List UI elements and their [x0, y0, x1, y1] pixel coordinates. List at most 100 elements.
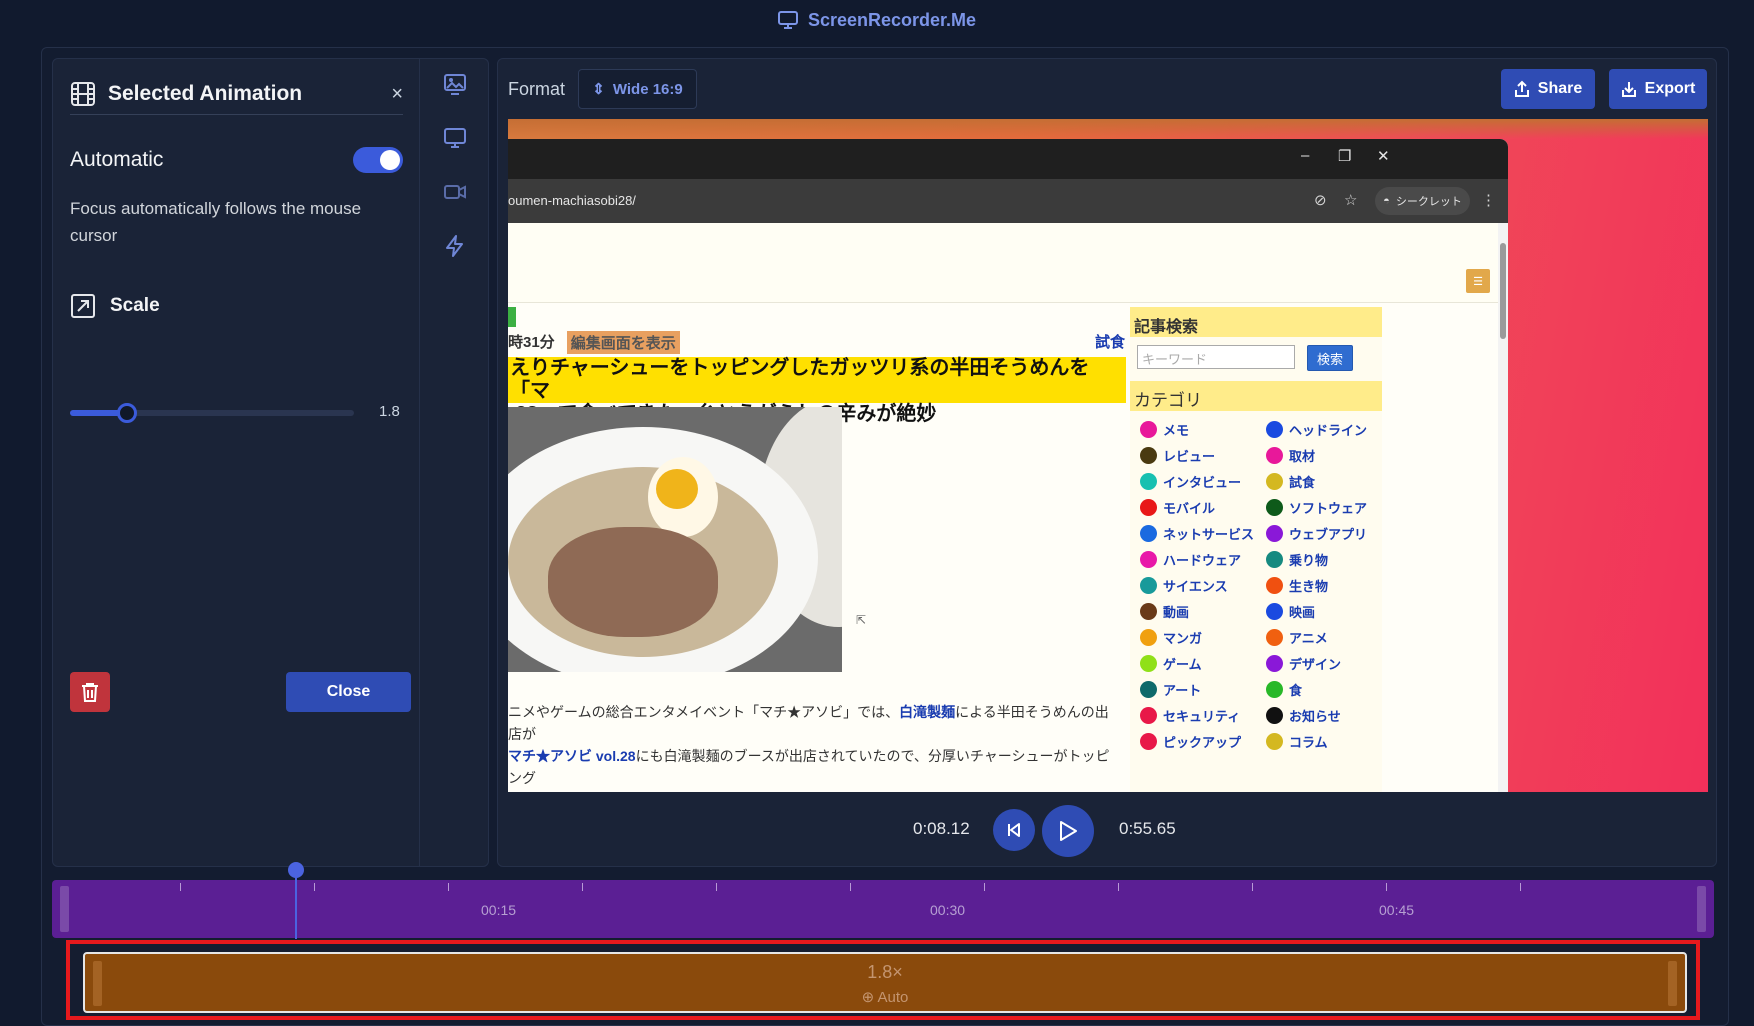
panel-title: Selected Animation — [108, 81, 303, 105]
format-value: Wide 16:9 — [612, 80, 683, 98]
play-button[interactable] — [1042, 805, 1094, 857]
timeline-tick — [1386, 883, 1387, 891]
format-label: Format — [508, 79, 566, 99]
category-item: ソフトウェア — [1266, 499, 1380, 516]
chevron-up-down-icon: ⇕ — [592, 81, 605, 98]
scale-slider[interactable] — [70, 403, 354, 423]
category-dot — [1140, 447, 1157, 464]
timeline-handle-right[interactable] — [1697, 886, 1706, 932]
category-label: ゲーム — [1163, 657, 1202, 672]
incognito-label: シークレット — [1395, 196, 1462, 208]
timeline-label: 00:15 — [481, 902, 517, 918]
category-heading: カテゴリ — [1130, 381, 1382, 411]
category-label: アニメ — [1289, 631, 1328, 646]
star-icon: ☆ — [1344, 192, 1358, 209]
format-select[interactable]: ⇕ Wide 16:9 — [578, 69, 697, 109]
category-dot — [1266, 733, 1283, 750]
toggle-knob — [380, 150, 400, 170]
category-label: レビュー — [1163, 449, 1216, 464]
automatic-toggle[interactable] — [353, 147, 403, 173]
category-label: モバイル — [1163, 501, 1216, 516]
playhead-handle[interactable] — [288, 862, 304, 878]
incognito-badge: ◓ シークレット — [1375, 187, 1470, 215]
site-menu-icon: ☰ — [1466, 269, 1490, 293]
timeline-tick — [448, 883, 449, 891]
video-preview[interactable]: – ❐ ✕ oumen-machiasobi28/ ⊘ ☆ ◓ シークレット ⋮… — [508, 119, 1708, 792]
automatic-description: Focus automatically follows the mouse cu… — [70, 199, 362, 245]
category-dot — [1140, 629, 1157, 646]
play-icon — [1060, 821, 1077, 841]
restore-icon: ❐ — [1338, 148, 1352, 165]
scale-label: Scale — [110, 295, 160, 316]
scale-icon — [71, 294, 95, 318]
category-dot — [1140, 525, 1157, 542]
category-dot — [1266, 707, 1283, 724]
category-dot — [1266, 525, 1283, 542]
close-button[interactable]: Close — [286, 672, 411, 712]
close-window-icon: ✕ — [1377, 148, 1390, 165]
category-item: デザイン — [1266, 655, 1380, 672]
film-icon — [71, 81, 95, 106]
timeline-track[interactable]: 00:15 00:30 00:45 — [52, 880, 1714, 938]
category-label: 動画 — [1163, 605, 1190, 620]
photo-yolk — [656, 469, 698, 509]
timeline-handle-left[interactable] — [60, 886, 69, 932]
lightning-icon[interactable] — [442, 233, 468, 259]
monitor-icon — [777, 11, 798, 29]
timeline-tick — [850, 883, 851, 891]
headline-line-1: えりチャーシューをトッピングしたガッツリ系の半田そうめんを「マ — [510, 357, 1090, 402]
export-button[interactable]: Export — [1609, 69, 1707, 109]
category-item: アニメ — [1266, 629, 1380, 646]
category-label: セキュリティ — [1163, 709, 1241, 724]
category-link: 試食 — [1095, 334, 1126, 351]
category-item: サイエンス — [1140, 577, 1266, 594]
timeline-tick — [582, 883, 583, 891]
animation-clip[interactable]: 1.8× ⊕ Auto — [83, 952, 1687, 1013]
category-label: 生き物 — [1289, 579, 1329, 594]
timeline-tick — [314, 883, 315, 891]
video-camera-icon[interactable] — [442, 179, 468, 205]
article-meta: 時31分 編集画面を表示 — [508, 331, 680, 354]
photo-chashu — [548, 527, 718, 637]
category-list: メモ ヘッドライン レビュー 取材 インタビュー 試食 モバイル ソフトウェア ネットサービス ウ… — [1140, 421, 1380, 750]
timeline-tick — [1118, 883, 1119, 891]
category-item: メモ — [1140, 421, 1266, 438]
body-link-1: 白滝製麺 — [899, 704, 956, 720]
category-dot — [1140, 551, 1157, 568]
category-label: お知らせ — [1289, 709, 1341, 724]
close-icon[interactable]: × — [391, 83, 403, 106]
category-item: ネットサービス — [1140, 525, 1266, 542]
slider-thumb[interactable] — [116, 403, 137, 423]
category-dot — [1140, 473, 1157, 490]
playback-controls: 0:08.12 0:55.65 — [498, 799, 1718, 859]
browser-window: – ❐ ✕ oumen-machiasobi28/ ⊘ ☆ ◓ シークレット ⋮… — [508, 139, 1508, 792]
animation-panel: Selected Animation × Automatic Focus aut… — [52, 58, 420, 867]
category-item: マンガ — [1140, 629, 1266, 646]
trash-icon — [82, 683, 98, 702]
category-label: ハードウェア — [1163, 553, 1242, 568]
monitor-icon[interactable] — [442, 125, 468, 151]
current-time: 0:08.12 — [913, 819, 970, 838]
timeline-label: 00:30 — [930, 902, 966, 918]
skip-back-button[interactable] — [993, 809, 1035, 851]
category-dot — [1140, 577, 1157, 594]
share-icon — [1514, 80, 1529, 97]
category-item: 映画 — [1266, 603, 1380, 620]
article-body: ニメやゲームの総合エンタメイベント「マチ★アソビ」では、白滝製麺による半田そうめ… — [508, 701, 1118, 789]
category-label: インタビュー — [1163, 475, 1242, 490]
tool-rail — [420, 58, 489, 867]
playhead-line[interactable] — [295, 869, 297, 939]
category-dot — [1266, 629, 1283, 646]
category-item: 乗り物 — [1266, 551, 1380, 568]
category-item: セキュリティ — [1140, 707, 1266, 724]
share-button[interactable]: Share — [1501, 69, 1595, 109]
category-label: ヘッドライン — [1289, 423, 1368, 438]
eye-off-icon: ⊘ — [1314, 192, 1327, 209]
category-dot — [1140, 499, 1157, 516]
delete-button[interactable] — [70, 672, 110, 712]
image-icon[interactable] — [442, 71, 468, 97]
category-label: メモ — [1163, 423, 1190, 438]
category-item: ウェブアプリ — [1266, 525, 1380, 542]
category-item: アート — [1140, 681, 1266, 698]
body-line-1: ニメやゲームの総合エンタメイベント「マチ★アソビ」では、白滝製麺による半田そうめ… — [508, 701, 1118, 745]
